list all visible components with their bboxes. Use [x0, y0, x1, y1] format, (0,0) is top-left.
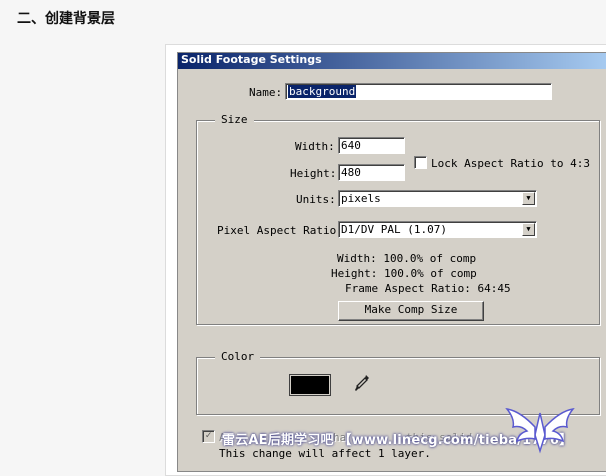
page-heading: 二、创建背景层 [17, 11, 115, 27]
units-select-value: pixels [341, 192, 381, 205]
dialog-titlebar[interactable]: Solid Footage Settings [178, 53, 606, 69]
height-label: Height: [290, 167, 337, 180]
change-note: This change will affect 1 layer. [219, 447, 431, 460]
dialog-title: Solid Footage Settings [181, 53, 322, 66]
width-percent-info: Width: 100.0% of comp [337, 252, 477, 265]
chevron-down-icon[interactable]: ▼ [522, 192, 535, 205]
color-swatch[interactable] [289, 374, 331, 396]
pixel-aspect-ratio-select[interactable]: D1/DV PAL (1.07) ▼ [338, 221, 537, 238]
size-group-title: Size [215, 113, 254, 127]
color-group-title: Color [215, 350, 261, 364]
frame-aspect-ratio-info: Frame Aspect Ratio: 64:45 [345, 282, 511, 295]
eyedropper-icon[interactable] [353, 373, 371, 395]
winged-logo-icon [505, 407, 575, 454]
bottom-checkbox[interactable]: ✓ [202, 430, 215, 443]
units-label: Units: [296, 193, 336, 206]
width-input[interactable]: 640 [338, 137, 405, 154]
pixel-aspect-ratio-label: Pixel Aspect Ratio: [217, 224, 343, 237]
make-comp-size-button[interactable]: Make Comp Size [338, 301, 484, 321]
chevron-down-icon[interactable]: ▼ [522, 223, 535, 236]
name-label: Name: [249, 86, 283, 99]
height-input[interactable]: 480 [338, 164, 405, 181]
pixel-aspect-ratio-value: D1/DV PAL (1.07) [341, 223, 447, 236]
units-select[interactable]: pixels ▼ [338, 190, 537, 207]
name-input[interactable]: background [285, 83, 552, 100]
lock-aspect-checkbox[interactable] [414, 156, 427, 169]
lock-aspect-label[interactable]: Lock Aspect Ratio to 4:3 [431, 157, 590, 170]
width-label: Width: [295, 140, 335, 153]
name-input-value: background [288, 85, 357, 98]
height-percent-info: Height: 100.0% of comp [331, 267, 477, 280]
